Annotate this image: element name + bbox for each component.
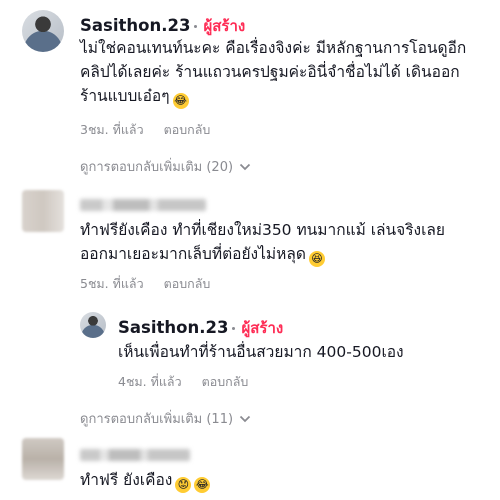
squint-laugh-emoji: 😆	[308, 251, 325, 267]
avatar[interactable]	[22, 10, 64, 52]
timestamp: 4ชม. ที่แล้ว	[118, 374, 182, 389]
comment-line: ไม่ใช่คอนเทนท์นะคะ คือเรื่องจิงค่ะ มีหลั…	[80, 39, 467, 57]
laugh-emoji: 😂	[194, 477, 211, 493]
reply-text: เห็นเพื่อนทำที่ร้านอื่นสวยมาก 400-500เอง	[118, 343, 404, 361]
reply-button[interactable]: ตอบกลับ	[164, 122, 211, 137]
creator-badge: ผู้สร้าง	[241, 319, 284, 337]
creator-badge: ผู้สร้าง	[203, 17, 246, 35]
timestamp: 5ชม. ที่แล้ว	[80, 276, 144, 291]
comment-line: ร้านแบบเอ๋อๆ 😂	[80, 87, 189, 109]
rofl-emoji: 😂	[172, 93, 189, 109]
chevron-down-icon	[239, 412, 251, 427]
reply-button[interactable]: ตอบกลับ	[164, 276, 211, 291]
comment-text: ไม่ใช่คอนเทนท์นะคะ คือเรื่องจิงค่ะ มีหลั…	[80, 36, 490, 109]
view-more-replies[interactable]: ดูการตอบกลับเพิ่มเติม (20)	[80, 156, 251, 177]
comment-line: ทำฟรียังเคือง ทำที่เชียงใหม่350 ทนมากแม้…	[80, 221, 445, 239]
comment-text: ทำฟรี ยังเคือง 😟 😂	[80, 468, 490, 493]
avatar[interactable]	[80, 312, 106, 338]
comment-line: ออกมาเยอะมากเล็บที่ต่อยังไม่หลุด 😆	[80, 242, 490, 267]
view-more-label[interactable]: ดูการตอบกลับเพิ่มเติม (11)	[80, 412, 233, 427]
comment-line: คลิปได้เลยค่ะ ร้านแถวนครปฐมค่ะอินี่จำชื่…	[80, 63, 460, 81]
comment-meta: 5ชม. ที่แล้ว ตอบกลับ	[80, 274, 210, 294]
blurred-username	[80, 199, 206, 211]
comment-line: ทำฟรี ยังเคือง	[80, 471, 173, 489]
comment-text: ทำฟรียังเคือง ทำที่เชียงใหม่350 ทนมากแม้…	[80, 218, 490, 267]
username[interactable]: Sasithon.23	[118, 318, 228, 337]
comment-header: Sasithon.23 ผู้สร้าง	[80, 14, 245, 38]
view-more-replies[interactable]: ดูการตอบกลับเพิ่มเติม (11)	[80, 408, 251, 429]
timestamp: 3ชม. ที่แล้ว	[80, 122, 144, 137]
username[interactable]: Sasithon.23	[80, 16, 190, 35]
comment-meta: 3ชม. ที่แล้ว ตอบกลับ	[80, 120, 210, 140]
reply-header: Sasithon.23 ผู้สร้าง	[118, 316, 283, 340]
chevron-down-icon	[239, 160, 251, 175]
reply-button[interactable]: ตอบกลับ	[202, 374, 249, 389]
separator-dot	[232, 327, 236, 330]
avatar[interactable]	[22, 190, 64, 232]
worried-emoji: 😟	[175, 477, 192, 493]
view-more-label[interactable]: ดูการตอบกลับเพิ่มเติม (20)	[80, 160, 233, 175]
separator-dot	[194, 25, 198, 28]
reply-meta: 4ชม. ที่แล้ว ตอบกลับ	[118, 372, 248, 392]
avatar[interactable]	[22, 438, 64, 480]
blurred-username	[80, 449, 190, 461]
